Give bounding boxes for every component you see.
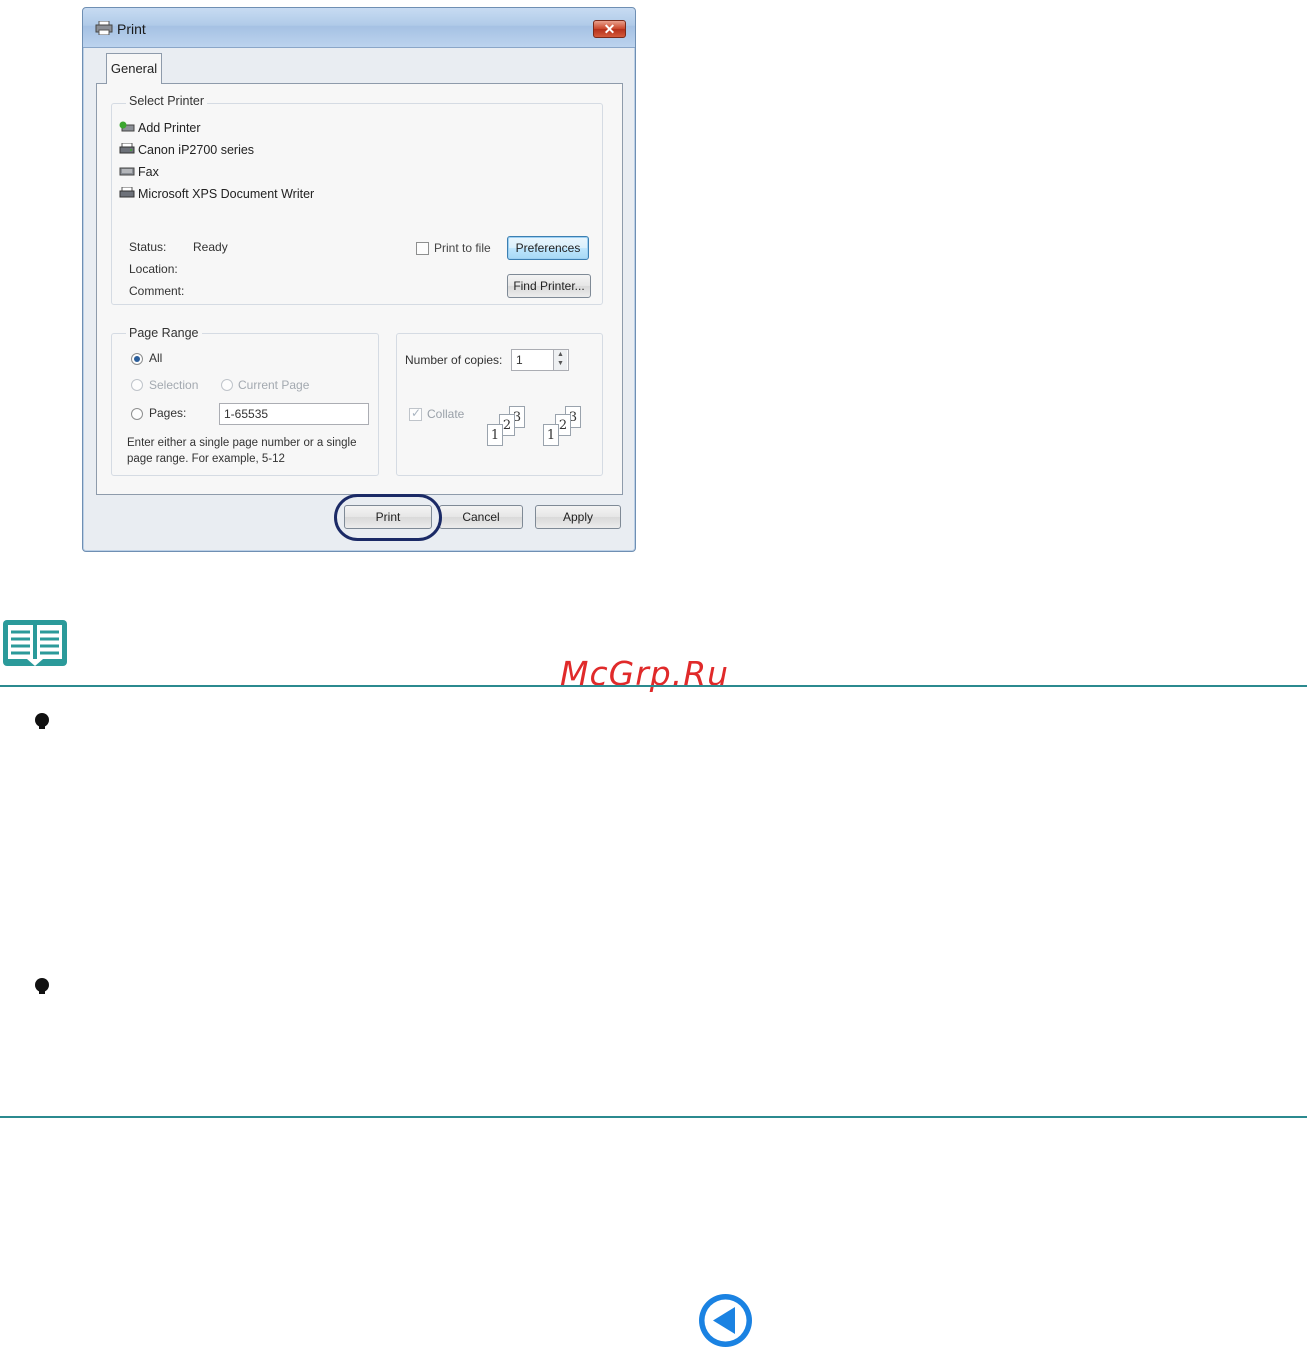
selection-radio[interactable] — [131, 379, 143, 391]
current-page-radio[interactable] — [221, 379, 233, 391]
check-icon: ✓ — [411, 406, 422, 420]
printer-name: Fax — [138, 165, 159, 179]
number-of-copies-label: Number of copies: — [405, 353, 503, 367]
title-bar: Print ✕ — [83, 8, 635, 48]
pages-label: Pages: — [149, 406, 187, 420]
watermark: McGrp.Ru — [560, 654, 730, 693]
bullet-point — [35, 978, 49, 994]
bullet-point — [35, 713, 49, 729]
printer-icon — [119, 143, 135, 154]
printer-item-canon[interactable]: Canon iP2700 series — [119, 140, 416, 160]
page-range-label: Page Range — [126, 326, 202, 340]
note-bottom-divider — [0, 1116, 1307, 1118]
collate-label: Collate — [427, 407, 465, 421]
status-label: Status: — [129, 240, 167, 254]
printer-item-fax[interactable]: Fax — [119, 162, 409, 182]
print-button-highlight — [334, 494, 442, 541]
apply-button[interactable]: Apply — [535, 505, 621, 529]
back-arrow-icon[interactable] — [698, 1293, 753, 1348]
close-button[interactable]: ✕ — [593, 20, 626, 38]
print-dialog: Print ✕ General Select Printer Add Print… — [82, 7, 636, 552]
collate-checkbox[interactable]: ✓ — [409, 406, 422, 421]
printer-name: Microsoft XPS Document Writer — [138, 187, 315, 201]
copies-stepper[interactable]: ▲ ▼ — [553, 350, 567, 370]
note-top-divider — [0, 685, 1307, 687]
book-note-icon — [3, 620, 67, 666]
tab-general[interactable]: General — [106, 53, 162, 84]
find-printer-button[interactable]: Find Printer... — [507, 274, 591, 298]
dialog-title: Print — [117, 21, 146, 37]
print-to-file-label: Print to file — [434, 241, 491, 255]
print-to-file-checkbox[interactable] — [416, 242, 429, 255]
fax-icon — [119, 167, 135, 176]
printer-item-xps[interactable]: Microsoft XPS Document Writer — [119, 184, 409, 204]
cancel-button[interactable]: Cancel — [439, 505, 523, 529]
selection-label: Selection — [149, 378, 199, 392]
printer-icon — [119, 187, 135, 198]
all-radio[interactable] — [131, 353, 143, 365]
chevron-up-icon[interactable]: ▲ — [554, 350, 567, 359]
chevron-down-icon[interactable]: ▼ — [554, 359, 567, 368]
pages-radio[interactable] — [131, 408, 143, 420]
status-value: Ready — [193, 240, 228, 254]
comment-label: Comment: — [129, 284, 185, 298]
pages-input[interactable]: 1-65535 — [219, 403, 369, 425]
preferences-button[interactable]: Preferences — [507, 236, 589, 260]
printer-name: Canon iP2700 series — [138, 143, 255, 157]
printer-name: Add Printer — [138, 121, 201, 135]
printer-item-add-printer[interactable]: Add Printer — [119, 118, 409, 138]
close-icon: ✕ — [603, 21, 616, 37]
all-label: All — [149, 351, 163, 365]
location-label: Location: — [129, 262, 178, 276]
printer-icon — [95, 21, 113, 35]
page-range-hint: Enter either a single page number or a s… — [127, 437, 357, 465]
add-printer-icon — [119, 121, 135, 132]
select-printer-label: Select Printer — [126, 94, 208, 108]
current-page-label: Current Page — [238, 378, 310, 392]
